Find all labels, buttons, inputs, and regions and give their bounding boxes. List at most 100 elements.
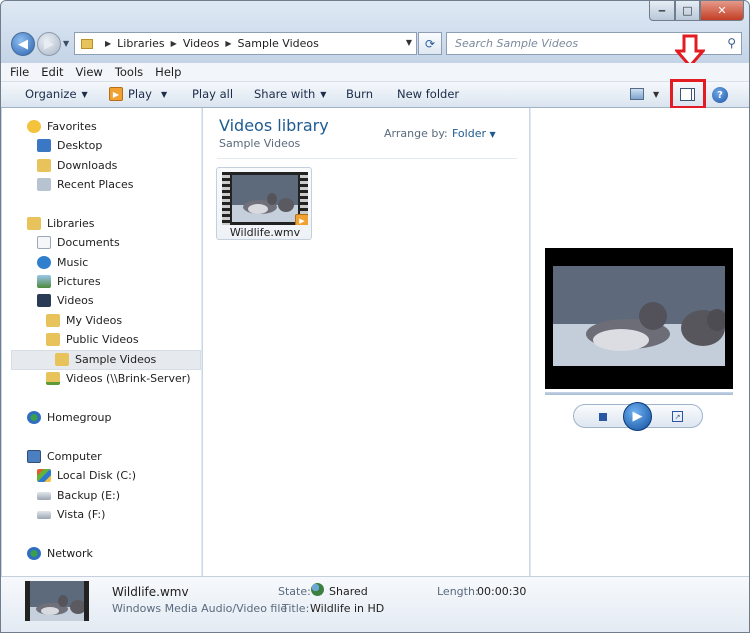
explorer-window: ‒ □ ✕ ◀ ▶ ▼ ▶ Libraries ▶ Videos ▶ Sampl…: [0, 0, 750, 633]
documents-icon: [37, 236, 51, 249]
windows-drive-icon: [37, 469, 51, 482]
nav-backup[interactable]: Backup (E:): [37, 489, 120, 502]
organize-label: Organize: [25, 87, 77, 101]
file-item[interactable]: ▶ Wildlife.wmv: [216, 167, 312, 240]
play-icon[interactable]: ▶: [623, 402, 652, 431]
chevron-right-icon[interactable]: ▶: [105, 39, 111, 48]
divider: [217, 158, 517, 159]
view-dropdown-icon[interactable]: ▼: [653, 90, 659, 99]
menu-tools[interactable]: Tools: [115, 65, 143, 79]
recent-pages-dropdown[interactable]: ▼: [63, 39, 69, 48]
nav-favorites-label: Favorites: [47, 120, 97, 133]
seals-image: [232, 175, 298, 222]
expand-icon[interactable]: ↗: [672, 411, 683, 422]
chevron-right-icon[interactable]: ▶: [171, 39, 177, 48]
network-folder-icon: [46, 372, 60, 385]
nav-vista[interactable]: Vista (F:): [37, 508, 105, 521]
minimize-button[interactable]: ‒: [649, 1, 675, 21]
nav-homegroup[interactable]: Homegroup: [27, 411, 111, 424]
seek-bar[interactable]: [545, 392, 733, 395]
nav-brink-label: Videos (\\Brink-Server): [66, 372, 191, 385]
arrow-left-icon: ◀: [18, 36, 28, 52]
nav-public-videos-label: Public Videos: [66, 333, 139, 346]
library-subtitle: Sample Videos: [219, 137, 301, 150]
burn-button[interactable]: Burn: [346, 87, 373, 101]
nav-backup-label: Backup (E:): [57, 489, 121, 502]
state-label: State:: [278, 585, 311, 598]
folder-icon: [81, 38, 93, 49]
details-file-name: Wildlife.wmv: [112, 585, 189, 599]
forward-button[interactable]: ▶: [37, 32, 61, 56]
address-dropdown-icon[interactable]: ▼: [406, 38, 412, 47]
menu-file[interactable]: File: [10, 65, 29, 79]
nav-local-disk[interactable]: Local Disk (C:): [37, 469, 136, 482]
highlight-box-annotation: [670, 79, 706, 109]
video-thumbnail: ▶: [222, 172, 308, 225]
desktop-icon: [37, 139, 51, 152]
video-preview: [545, 248, 733, 389]
nav-brink-server[interactable]: Videos (\\Brink-Server): [46, 372, 191, 385]
address-bar[interactable]: ▶ Libraries ▶ Videos ▶ Sample Videos ▼: [74, 32, 417, 55]
organize-button[interactable]: Organize ▼: [25, 87, 88, 101]
nav-public-videos[interactable]: Public Videos: [46, 333, 139, 346]
length-value: 00:00:30: [477, 585, 527, 598]
downloads-icon: [37, 159, 51, 172]
nav-videos-label: Videos: [57, 294, 94, 307]
back-button[interactable]: ◀: [11, 32, 35, 56]
menu-edit[interactable]: Edit: [41, 65, 63, 79]
videos-icon: [37, 294, 51, 307]
file-list-pane: Videos library Sample Videos Arrange by:…: [203, 108, 529, 576]
chevron-right-icon[interactable]: ▶: [225, 39, 231, 48]
menu-view[interactable]: View: [76, 65, 103, 79]
nav-videos[interactable]: Videos: [37, 294, 94, 307]
breadcrumb-sample-videos[interactable]: Sample Videos: [238, 37, 319, 50]
nav-desktop[interactable]: Desktop: [37, 139, 102, 152]
nav-documents-label: Documents: [57, 236, 120, 249]
film-strip-left: [222, 172, 230, 225]
nav-recent-places[interactable]: Recent Places: [37, 178, 134, 191]
state-value: Shared: [329, 585, 368, 598]
change-view-icon[interactable]: [630, 88, 644, 100]
nav-documents[interactable]: Documents: [37, 236, 120, 249]
breadcrumb-libraries[interactable]: Libraries: [117, 37, 165, 50]
folder-icon: [55, 353, 69, 366]
breadcrumb-videos[interactable]: Videos: [183, 37, 220, 50]
nav-libraries[interactable]: Libraries: [27, 217, 95, 230]
share-with-button[interactable]: Share with ▼: [254, 87, 326, 101]
details-pane: Wildlife.wmv Windows Media Audio/Video f…: [1, 576, 749, 632]
nav-pictures[interactable]: Pictures: [37, 275, 101, 288]
nav-downloads-label: Downloads: [57, 159, 118, 172]
help-icon[interactable]: ?: [712, 87, 728, 103]
nav-network[interactable]: Network: [27, 547, 93, 560]
chevron-down-icon: ▼: [81, 89, 88, 99]
nav-my-videos[interactable]: My Videos: [46, 314, 122, 327]
menu-help[interactable]: Help: [155, 65, 181, 79]
play-button[interactable]: ▶ Play ▼: [109, 87, 167, 101]
play-label: Play: [128, 87, 152, 101]
nav-vista-label: Vista (F:): [57, 508, 106, 521]
arrange-by-dropdown[interactable]: Folder ▼: [452, 127, 496, 140]
search-icon[interactable]: ⚲: [727, 36, 736, 50]
burn-label: Burn: [346, 87, 373, 101]
maximize-button[interactable]: □: [675, 1, 700, 21]
navigation-pane: Favorites Desktop Downloads Recent Place…: [2, 108, 202, 576]
computer-icon: [27, 450, 41, 463]
nav-favorites[interactable]: Favorites: [27, 120, 97, 133]
refresh-icon: ⟳: [424, 36, 436, 51]
new-folder-button[interactable]: New folder: [397, 87, 459, 101]
length-label: Length:: [437, 585, 479, 598]
close-button[interactable]: ✕: [700, 1, 744, 21]
play-all-button[interactable]: Play all: [192, 87, 233, 101]
seals-thumbnail-image: [25, 581, 89, 621]
nav-downloads[interactable]: Downloads: [37, 159, 117, 172]
menu-bar: File Edit View Tools Help: [1, 63, 749, 82]
nav-music[interactable]: Music: [37, 256, 88, 269]
nav-sample-videos[interactable]: Sample Videos: [55, 353, 156, 366]
chevron-down-icon: ▼: [160, 89, 168, 99]
title-value[interactable]: Wildlife in HD: [310, 602, 384, 615]
search-placeholder: Search Sample Videos: [455, 37, 579, 50]
stop-icon[interactable]: [599, 413, 607, 421]
preview-pane: ▶ ↗: [530, 108, 749, 576]
nav-computer[interactable]: Computer: [27, 450, 102, 463]
refresh-button[interactable]: ⟳: [418, 32, 442, 55]
